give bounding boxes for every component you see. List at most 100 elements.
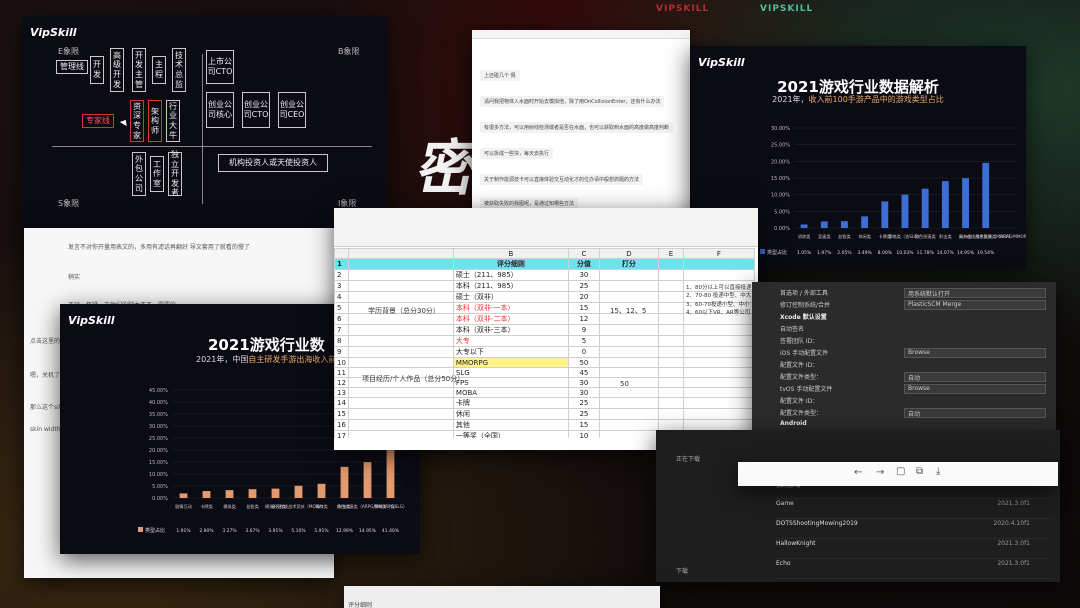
y-tick-label: 0.00%	[152, 496, 168, 502]
comment-line: 嗯，关机了	[30, 372, 61, 379]
quadrant-s: S象限	[58, 199, 80, 208]
unity-pref-row[interactable]: Android	[776, 420, 1056, 430]
axis-vertical	[202, 54, 203, 204]
bar	[340, 466, 349, 498]
x-tick-label: 消除类	[315, 503, 328, 510]
y-tick-label: 20.00%	[149, 448, 168, 454]
unity-pref-row[interactable]: 配置文件类型： 自动	[776, 408, 1056, 418]
bar	[881, 201, 889, 228]
box-startup-ceo: 创业公司CEO	[278, 92, 306, 128]
x-tick-label: 角色扮演类（ARPG/MMORPG）	[975, 233, 1026, 240]
legend-label: 类型占比	[145, 527, 165, 534]
nav-open-icon[interactable]: ⧉	[916, 466, 923, 477]
quadrant-b: B象限	[338, 47, 360, 56]
hub-status: 正在下载	[676, 456, 701, 463]
bar	[363, 462, 372, 498]
y-tick-label: 10.00%	[149, 472, 168, 478]
x-tick-label: 休闲类	[858, 233, 871, 240]
hub-project-row[interactable]: HallowKnight 2021.3.0f1	[776, 540, 1050, 559]
y-tick-label: 10.00%	[771, 193, 790, 199]
chat-message: 可以拆成一些块，每天去执行	[480, 148, 554, 159]
data-label: 3.49%	[857, 250, 872, 256]
sheet-row[interactable]: 8 大专 5	[334, 335, 755, 347]
legend-swatch	[138, 527, 143, 532]
hub-project-row[interactable]: Echo 2021.3.0f1	[776, 560, 1050, 579]
taskbar-label: 评分细则	[348, 602, 373, 608]
data-label: 2.90%	[199, 528, 214, 534]
box-industry-guru: 行业大牛	[166, 100, 180, 142]
hub-project-row[interactable]: Game 2021.3.0f1	[776, 500, 1050, 519]
unity-pref-row[interactable]: 修订控制系统/合并 PlasticSCM Merge	[776, 300, 1056, 310]
unity-pref-row[interactable]: 配置文件 ID：	[776, 396, 1056, 406]
sheet-group1-score: 15、12、5	[610, 307, 647, 315]
y-tick-label: 45.00%	[149, 388, 168, 394]
quadrant-e: E象限	[58, 47, 80, 56]
y-tick-label: 30.00%	[149, 424, 168, 430]
sheet-grid: B C D E F 1 评分细则 分值 打分 2 硕士（211、985） 30 3 本科（…	[334, 248, 758, 438]
bar	[225, 490, 234, 498]
box-dev-lead: 开发主管	[132, 48, 146, 92]
sheet-row[interactable]: 7 本科（双非-三本） 9	[334, 324, 755, 336]
box-senior-dev: 高级开发	[110, 48, 124, 92]
nav-fullscreen-icon[interactable]: ▢	[896, 466, 905, 477]
sheet-toolbar	[334, 208, 758, 247]
box-listed-cto: 上市公司CTO	[206, 50, 234, 84]
sheet-row[interactable]: 15 休闲 25	[334, 408, 755, 420]
unity-pref-row[interactable]: 配置文件 ID：	[776, 360, 1056, 370]
bar	[941, 181, 949, 228]
y-tick-label: 25.00%	[771, 143, 790, 149]
sheet-row[interactable]: 9 大专以下 0	[334, 346, 755, 358]
sheet-row[interactable]: 2 硕士（211、985） 30	[334, 269, 755, 281]
data-label: 3.91%	[268, 528, 283, 534]
bar	[861, 216, 869, 228]
unity-pref-row[interactable]: 签署团队 ID：	[776, 336, 1056, 346]
bottom-taskbar: 评分细则	[344, 586, 660, 608]
unity-hub-window: 正在下载 下载 我的游戏2022.3.0f1Game2021.3.0f1DOTS…	[656, 430, 1060, 582]
axis-horizontal	[52, 146, 372, 147]
x-tick-label: 益智类	[246, 503, 259, 510]
unity-pref-row[interactable]: 首选项 / 外部工具 用系统默认打开	[776, 288, 1056, 298]
unity-pref-row[interactable]: 自动签名	[776, 324, 1056, 334]
data-label: 11.78%	[917, 250, 935, 256]
unity-pref-row[interactable]: iOS 手动配置文件 Browse	[776, 348, 1056, 358]
hub-project-row[interactable]: DOTSShootingMowing2019 2020.4.10f1	[776, 520, 1050, 539]
data-label: 2.05%	[837, 250, 852, 256]
label-expert-line: 专家线	[82, 114, 114, 128]
unity-pref-row[interactable]: Xcode 默认设置	[776, 312, 1056, 322]
unity-pref-row[interactable]: 配置文件类型： 自动	[776, 372, 1056, 382]
chat-message: 上还碰几个 佩	[480, 70, 520, 81]
cursor-icon	[119, 117, 130, 127]
nav-back-icon[interactable]: ←	[854, 467, 862, 478]
y-tick-label: 5.00%	[774, 209, 790, 215]
sheet-row[interactable]: 16 其他 15	[334, 419, 755, 431]
hub-status: 下载	[676, 568, 689, 575]
chat-window: 上还碰几个 佩 请问我把物体入水面时开始去模拟他，除了用OnCollisionE…	[472, 30, 690, 210]
nav-forward-icon[interactable]: →	[876, 467, 884, 478]
data-label: 14.07%	[937, 250, 955, 256]
sheet-row[interactable]: 14 卡牌 25	[334, 397, 755, 409]
data-label: 1.97%	[817, 250, 832, 256]
data-label: 41.40%	[382, 528, 400, 534]
x-tick-label: 角色扮演类	[915, 233, 937, 240]
box-lead-programmer: 主程	[152, 56, 166, 84]
bar	[248, 489, 257, 498]
chat-message: 有很多方法，可以用射线检测或者是否在水面，也可以获取到水面的高度做高度判断	[480, 122, 674, 133]
box-dev: 开发	[90, 56, 104, 84]
data-label: 3.27%	[222, 528, 237, 534]
nav-download-icon[interactable]: ⤓	[936, 466, 940, 477]
x-tick-label: 射击类	[939, 233, 952, 240]
chat-message: 请问我把物体入水面时开始去模拟他，除了用OnCollisionEnter，还有什…	[480, 96, 665, 107]
x-tick-label: 竞速类	[818, 233, 831, 240]
bg-text-1: VIPSKILL	[656, 4, 710, 14]
sheet-group1: 学历背景（总分30分）	[368, 307, 440, 315]
data-label: 10.03%	[896, 250, 914, 256]
unity-pref-row[interactable]: tvOS 手动配置文件 Browse	[776, 384, 1056, 394]
bar	[841, 221, 848, 228]
y-tick-label: 40.00%	[149, 400, 168, 406]
sheet-row[interactable]: 13 MOBA 30	[334, 387, 755, 398]
y-tick-label: 5.00%	[152, 484, 168, 490]
sheet-row[interactable]: 10 MMORPG 50	[334, 357, 755, 368]
box-startup-cto: 创业公司CTO	[242, 92, 270, 128]
data-label: 3.67%	[245, 528, 260, 534]
box-studio: 工作室	[150, 156, 164, 192]
